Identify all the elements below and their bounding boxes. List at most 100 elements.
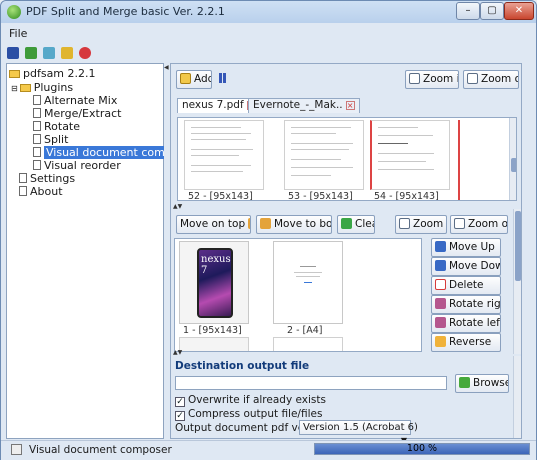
page-thumbnail[interactable] [370,120,450,190]
rotate-left-icon [435,317,446,328]
load-icon[interactable] [25,47,37,59]
composed-page-thumbnail[interactable] [179,337,249,351]
close-tab-icon[interactable]: × [345,101,355,110]
tree-plugins[interactable]: ⊟ Plugins [11,81,73,95]
move-top-icon [248,218,250,229]
tree-root[interactable]: pdfsam 2.2.1 [9,67,96,81]
expand-icon[interactable]: ⊟ [11,84,18,93]
save-icon[interactable] [7,47,19,59]
thumbnail-scrollbar[interactable] [509,118,516,200]
compress-checkbox-row[interactable]: ✓ Compress output file/files [175,407,322,421]
overwrite-checkbox-row[interactable]: ✓ Overwrite if already exists [175,393,326,407]
reverse-icon [435,336,446,347]
compose-zoom-out-button[interactable]: Zoom out [450,215,508,234]
folder-open-icon [19,84,31,92]
progress-bar: 100 % [314,443,530,455]
plugin-tree: pdfsam 2.2.1 ⊟ Plugins Alternate Mix Merg… [6,63,198,439]
folder-browse-icon [459,377,470,388]
tree-item-alternate-mix[interactable]: Alternate Mix [33,94,117,108]
clear-button[interactable]: Clear [337,215,375,234]
arrow-down-icon [435,260,446,271]
collapse-left-icon[interactable]: ◀ [164,65,169,71]
scroll-thumb[interactable] [511,158,516,172]
move-to-bottom-button[interactable]: Move to bot... [256,215,332,234]
maximize-button[interactable]: ▢ [480,2,504,20]
zoom-out-icon [467,73,478,84]
pdfsam-app-icon [7,5,21,19]
composed-thumbnail-caption: 2 - [A4] [287,325,323,336]
rotate-right-icon [435,298,446,309]
composer-panel: Add Zoom in Zoom out nexus 7.pdf× Everno… [170,63,522,445]
composed-page-thumbnail[interactable] [273,241,343,324]
reverse-button[interactable]: Reverse [431,333,501,352]
delete-icon [435,279,446,290]
document-icon [33,95,41,105]
phone-cover-text: nexus 7 [201,254,231,276]
destination-path-input[interactable] [175,376,447,390]
page-thumbnail[interactable] [184,120,264,190]
document-icon [19,173,27,183]
composed-pages-area[interactable]: nexus 7 1 - [95x143] 2 - [A4] [174,238,422,352]
nexus-7-cover-image: nexus 7 [197,248,233,318]
source-page-thumbnails[interactable]: 52 - [95x143] 53 - [95x143] 54 - [95x143… [177,117,517,201]
tree-item-about[interactable]: About [19,185,63,199]
add-button[interactable]: Add [176,70,212,89]
log-icon[interactable] [11,444,22,455]
rotate-left-button[interactable]: Rotate left [431,314,501,333]
pause-icon[interactable] [219,73,226,83]
top-zoom-in-button[interactable]: Zoom in [405,70,459,89]
menu-file[interactable]: File [5,27,31,40]
clear-icon[interactable] [61,47,73,59]
thumbnail-caption: 54 - [95x143] [374,191,439,201]
document-icon [33,147,41,157]
status-text: Visual document composer [29,444,172,456]
tab-evernote[interactable]: Evernote_-_Mak.. × [248,98,360,113]
move-up-button[interactable]: Move Up [431,238,501,257]
compose-zoom-in-button[interactable]: Zoom in [395,215,447,234]
document-icon [33,134,41,144]
status-bar: Visual document composer 100 % [1,440,536,460]
clear-icon [341,218,352,229]
zoom-in-icon [409,73,420,84]
move-bottom-icon [260,218,271,229]
window-title: PDF Split and Merge basic Ver. 2.2.1 [26,5,225,18]
composed-thumbnail-caption: 1 - [95x143] [183,325,242,336]
page-thumbnail[interactable] [284,120,364,190]
move-on-top-button[interactable]: Move on top [176,215,251,234]
composed-page-thumbnail[interactable] [273,337,343,351]
browse-button[interactable]: Browse [455,374,509,393]
toolbar [7,45,91,61]
document-icon [33,108,41,118]
move-down-button[interactable]: Move Down [431,257,501,276]
compress-checkbox[interactable]: ✓ [175,411,185,421]
destination-panel: Destination output file Browse ✓ Overwrit… [171,356,521,445]
composed-page-thumbnail[interactable]: nexus 7 [179,241,249,324]
thumbnail-caption: 53 - [95x143] [288,191,353,201]
document-icon [19,186,27,196]
thumbnail-caption: 52 - [95x143] [188,191,253,201]
tree-item-visual-reorder[interactable]: Visual reorder [33,159,121,173]
tree-item-settings[interactable]: Settings [19,172,75,186]
title-bar: PDF Split and Merge basic Ver. 2.2.1 – ▢… [1,1,536,23]
close-button[interactable]: ✕ [504,2,534,20]
pdf-version-select[interactable]: Version 1.5 (Acrobat 6)▼ [299,420,418,445]
arrow-up-icon [435,241,446,252]
exit-icon[interactable] [79,47,91,59]
document-icon [33,121,41,131]
scroll-thumb[interactable] [515,211,521,281]
tree-item-split[interactable]: Split [33,133,68,147]
delete-button[interactable]: Delete [431,276,501,295]
minimize-button[interactable]: – [456,2,480,20]
page-boundary-line [458,120,460,200]
split-handle-icon[interactable]: ▲▼ [173,204,182,210]
overwrite-checkbox[interactable]: ✓ [175,397,185,407]
rotate-right-button[interactable]: Rotate right [431,295,501,314]
top-zoom-out-button[interactable]: Zoom out [463,70,519,89]
progress-text: 100 % [406,443,438,454]
tree-item-merge-extract[interactable]: Merge/Extract [33,107,121,121]
zoom-in-icon [399,218,410,229]
destination-scrollbar[interactable] [513,356,521,438]
settings-icon[interactable] [43,47,55,59]
composer-scrollbar[interactable] [513,209,521,354]
tree-item-rotate[interactable]: Rotate [33,120,80,134]
